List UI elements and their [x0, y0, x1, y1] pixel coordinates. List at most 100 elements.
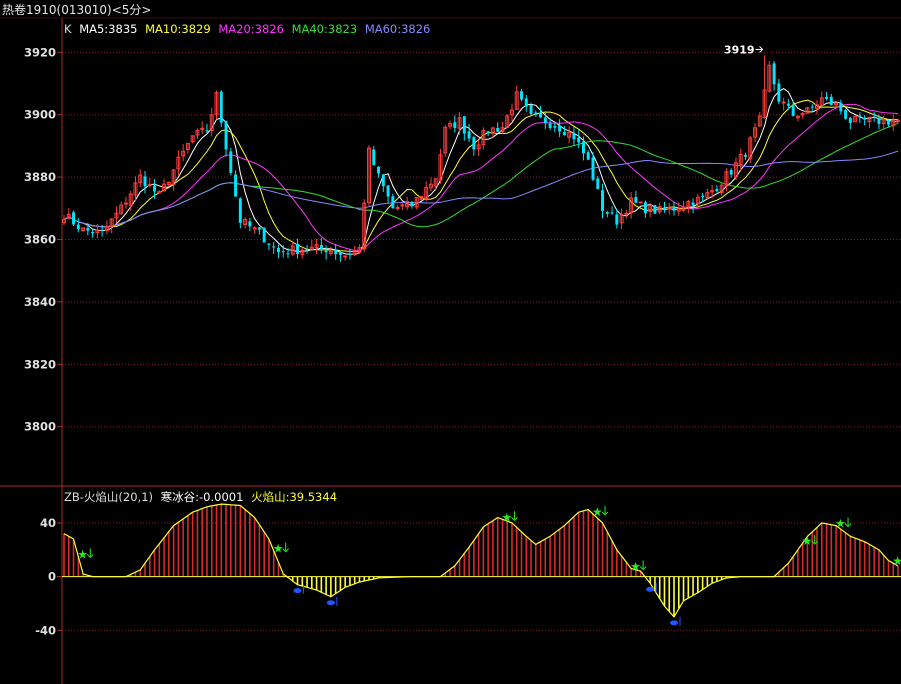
candle-body — [91, 232, 95, 234]
candle-body — [601, 190, 605, 211]
candle-body — [839, 102, 843, 112]
candle-body — [524, 98, 528, 107]
ice-marker — [326, 600, 335, 606]
indicator-bars — [63, 504, 899, 617]
candle-body — [672, 207, 676, 211]
high-price-marker: 3919 — [724, 43, 764, 56]
price-tick-label: 3860 — [24, 233, 56, 247]
candle-body — [562, 132, 566, 136]
candle-body — [400, 204, 405, 207]
candle-body — [605, 212, 609, 214]
candle-body — [147, 184, 152, 187]
candle-body — [786, 103, 790, 106]
candle-body — [219, 91, 223, 123]
candle-body — [715, 189, 719, 192]
candle-body — [844, 110, 848, 119]
candle-body — [453, 122, 457, 128]
candle-body — [634, 197, 638, 203]
candle-body — [591, 157, 595, 180]
high-price-label: 3919 — [724, 43, 755, 56]
legend-ma5: MA5:3835 — [79, 22, 138, 36]
candle-body — [86, 228, 90, 231]
candle-body — [863, 117, 867, 120]
candle-body — [143, 176, 147, 187]
candle-body — [200, 127, 205, 130]
legend-k-label: K — [64, 22, 72, 36]
candle-body — [615, 214, 619, 225]
ice-marker — [646, 586, 655, 592]
star-marker: ★ — [501, 510, 512, 524]
price-tick-label: 3880 — [24, 170, 56, 184]
candle-body — [729, 170, 733, 175]
star-marker: ★ — [273, 542, 284, 556]
candle-body — [276, 248, 280, 252]
star-marker: ★ — [77, 547, 88, 561]
candle-body — [381, 174, 385, 187]
candle-body — [462, 116, 466, 134]
candle-body — [234, 174, 238, 197]
candle-body — [610, 212, 614, 214]
candle-body — [262, 227, 266, 243]
candle-body — [744, 154, 747, 157]
candle-body — [543, 117, 547, 124]
candle-body — [395, 206, 400, 209]
candlestick-series — [62, 55, 900, 262]
candle-body — [539, 112, 543, 118]
candle-body — [386, 185, 390, 197]
indicator-tick-label: -40 — [35, 623, 56, 637]
price-tick-label: 3820 — [24, 357, 56, 371]
chart-canvas: 3920 3900 3880 3860 3840 3820 3800 40 0 -40 3919… — [0, 17, 901, 684]
indicator-name: ZB-火焰山(20,1) — [64, 490, 153, 504]
candle-body — [296, 243, 299, 254]
price-tick-label: 3800 — [24, 420, 56, 434]
legend-ma20: MA20:3826 — [218, 22, 284, 36]
main-gridlines — [62, 51, 901, 428]
candle-body — [638, 201, 643, 204]
indicator-legend: ZB-火焰山(20,1) 寒冰谷:-0.0001 火焰山:39.5344 — [64, 489, 341, 505]
candle-body — [520, 91, 523, 100]
candle-body — [691, 202, 695, 206]
candle-body — [825, 96, 828, 99]
candle-body — [663, 207, 666, 210]
candle-body — [372, 149, 376, 166]
candle-body — [205, 130, 209, 132]
candle-body — [596, 178, 600, 189]
candle-body — [772, 63, 776, 85]
candle-body — [305, 249, 309, 251]
indicator-tick-label: 0 — [48, 570, 56, 584]
candle-body — [624, 212, 629, 215]
candle-body — [572, 132, 576, 140]
candle-body — [238, 198, 242, 223]
indicator-curve — [63, 503, 899, 618]
indicator-axis-ticks: 40 0 -40 — [35, 516, 62, 637]
ma-line-ma40 — [63, 122, 899, 228]
candle-body — [338, 252, 342, 255]
candle-body — [534, 112, 538, 115]
star-marker: ★ — [892, 554, 901, 568]
legend-ma60: MA60:3826 — [364, 22, 431, 36]
candle-body — [348, 254, 352, 256]
candle-body — [877, 117, 881, 124]
candle-body — [858, 115, 862, 117]
candle-body — [586, 152, 590, 160]
candle-body — [72, 212, 76, 225]
candle-body — [577, 137, 581, 143]
candle-body — [829, 96, 833, 105]
moving-average-lines — [63, 88, 899, 255]
candle-body — [100, 229, 104, 231]
star-marker: ★ — [630, 560, 641, 574]
candle-body — [224, 120, 228, 150]
candle-body — [496, 127, 500, 132]
candle-body — [343, 255, 348, 258]
candle-body — [467, 131, 471, 139]
star-marker: ★ — [802, 534, 813, 548]
candle-body — [791, 105, 795, 116]
candle-body — [848, 117, 852, 123]
price-tick-label: 3900 — [24, 108, 56, 122]
legend-hanbinggu: 寒冰谷:-0.0001 — [160, 490, 244, 504]
price-axis-ticks: 3920 3900 3880 3860 3840 3820 3800 — [24, 45, 62, 434]
price-tick-label: 3840 — [24, 295, 56, 309]
chart-title: 热卷1910(013010)<5分> — [2, 3, 152, 17]
candle-body — [319, 245, 323, 249]
candle-body — [886, 120, 890, 125]
